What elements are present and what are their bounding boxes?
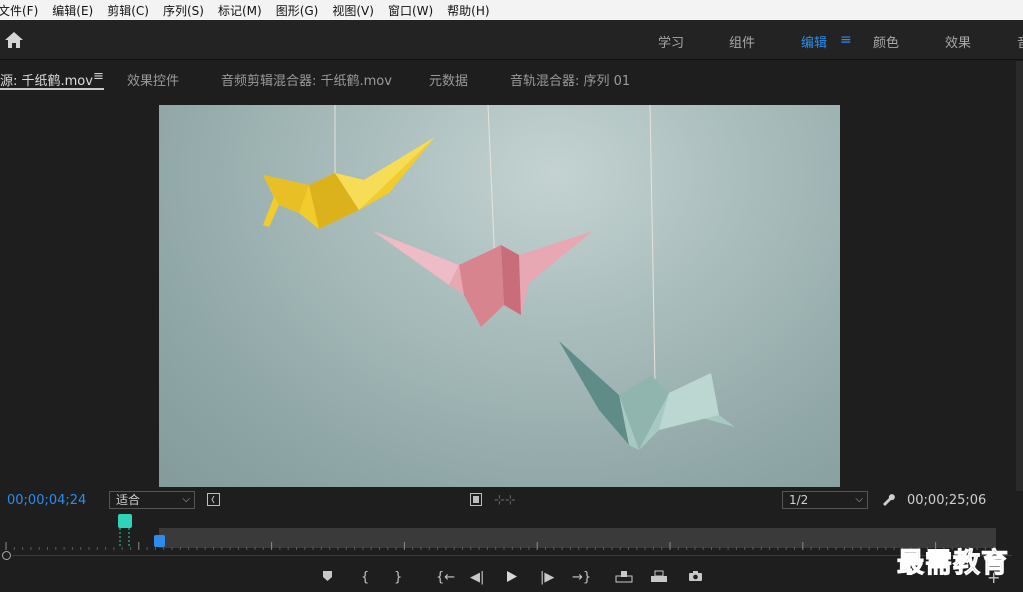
workspace-tab-editing[interactable]: 编辑 [801, 32, 827, 51]
menu-clip[interactable]: 剪辑(C) [100, 2, 156, 19]
mini-timeline[interactable] [0, 514, 1023, 564]
menu-file[interactable]: 文件(F) [0, 2, 45, 19]
workspace-bar: 学习 组件 编辑 ≡ 颜色 效果 音 [0, 20, 1023, 60]
menu-bar: 文件(F) 编辑(E) 剪辑(C) 序列(S) 标记(M) 图形(G) 视图(V… [0, 0, 1023, 20]
source-monitor [0, 95, 1016, 488]
zoom-scrollbar[interactable] [0, 550, 1023, 560]
monitor-controls: 00;00;04;24 适合 ⌵ ⊹⊹ 1/2 ⌵ 00;00;25;06 [0, 488, 1023, 514]
mark-in-button[interactable]: { [361, 570, 369, 585]
panel-menu-icon[interactable]: ≡ [93, 69, 104, 84]
workspace-tab-effects[interactable]: 效果 [945, 32, 971, 51]
home-icon[interactable] [4, 31, 24, 49]
insert-frame-icon[interactable] [470, 493, 482, 510]
active-tab-indicator [0, 88, 104, 90]
tab-metadata[interactable]: 元数据 [429, 70, 468, 89]
menu-edit[interactable]: 编辑(E) [45, 2, 100, 19]
play-button[interactable] [505, 570, 518, 587]
resolution-select-value: 1/2 [789, 493, 809, 507]
go-to-out-button[interactable]: →} [572, 570, 591, 585]
resolution-select[interactable]: 1/2 ⌵ [782, 491, 868, 509]
workspace-tab-audio[interactable]: 音 [1017, 32, 1023, 51]
zoom-select[interactable]: 适合 ⌵ [109, 491, 195, 509]
overwrite-button[interactable] [650, 570, 668, 587]
workspace-tab-learn[interactable]: 学习 [658, 32, 684, 51]
workspace-tab-assembly[interactable]: 组件 [729, 32, 755, 51]
panel-scrollbar[interactable] [1016, 61, 1023, 491]
current-timecode[interactable]: 00;00;04;24 [7, 493, 86, 508]
step-back-button[interactable]: ◀| [470, 570, 484, 585]
menu-sequence[interactable]: 序列(S) [156, 2, 211, 19]
menu-help[interactable]: 帮助(H) [440, 2, 496, 19]
tab-audio-clip-mixer[interactable]: 音频剪辑混合器: 千纸鹤.mov [221, 70, 392, 89]
insert-button[interactable] [615, 570, 633, 587]
drop-frame-icon[interactable] [207, 493, 220, 510]
go-to-in-button[interactable]: {← [436, 570, 455, 585]
step-forward-button[interactable]: |▶ [540, 570, 554, 585]
transport-controls: { } {← ◀| |▶ →} + [0, 566, 1023, 592]
tab-source[interactable]: 源: 千纸鹤.mov [0, 70, 93, 89]
tab-audio-track-mixer[interactable]: 音轨混合器: 序列 01 [510, 70, 630, 89]
add-marker-button[interactable] [322, 570, 333, 586]
wrench-icon[interactable] [881, 492, 895, 510]
watermark-logo: 最需教育 [897, 548, 1009, 580]
menu-view[interactable]: 视图(V) [325, 2, 381, 19]
menu-marker[interactable]: 标记(M) [211, 2, 269, 19]
camera-icon[interactable] [688, 570, 703, 586]
panel-tabs: 源: 千纸鹤.mov ≡ 效果控件 音频剪辑混合器: 千纸鹤.mov 元数据 音… [0, 61, 1023, 95]
audio-waveform-icon[interactable]: ⊹⊹ [494, 493, 516, 508]
zoom-track [12, 555, 1012, 556]
workspace-tab-color[interactable]: 颜色 [873, 32, 899, 51]
zoom-handle[interactable] [2, 551, 11, 560]
video-frame[interactable] [159, 105, 840, 487]
paper-cranes-image [263, 105, 735, 450]
zoom-select-value: 适合 [116, 493, 141, 507]
timeline-ticks [5, 542, 995, 550]
playhead[interactable] [154, 535, 165, 547]
menu-window[interactable]: 窗口(W) [381, 2, 440, 19]
in-point-marker[interactable] [118, 514, 132, 528]
duration-timecode: 00;00;25;06 [907, 493, 987, 508]
chevron-down-icon: ⌵ [855, 494, 863, 505]
chevron-down-icon: ⌵ [182, 494, 190, 505]
menu-graphics[interactable]: 图形(G) [269, 2, 326, 19]
tab-effect-controls[interactable]: 效果控件 [127, 70, 179, 89]
mark-out-button[interactable]: } [394, 570, 402, 585]
workspace-menu-icon[interactable]: ≡ [840, 32, 852, 48]
